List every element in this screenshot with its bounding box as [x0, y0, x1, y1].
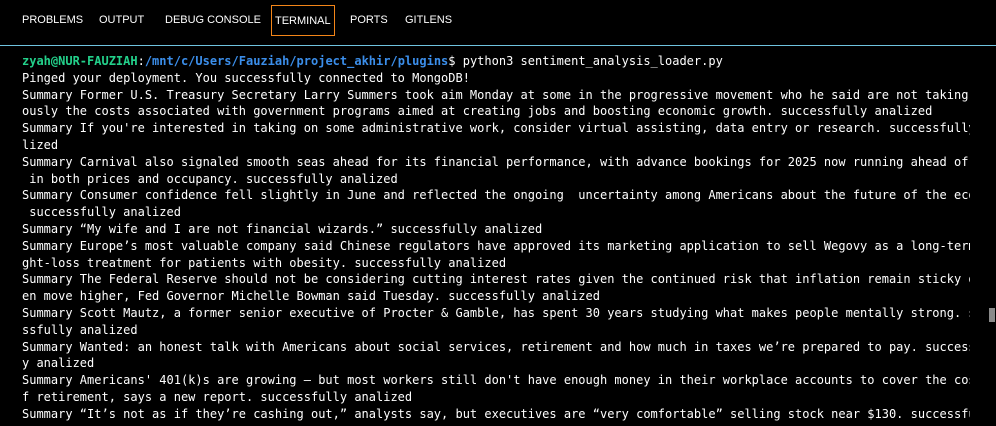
output-line: Summary Scott Mautz, a former senior exe… [22, 305, 970, 320]
tab-terminal[interactable]: TERMINAL [271, 5, 335, 36]
prompt-path: /mnt/c/Users/Fauziah/project_akhir/plugi… [144, 54, 449, 68]
output-line: lized [22, 137, 59, 152]
scrollbar-thumb[interactable] [989, 308, 995, 322]
tab-output[interactable]: OUTPUT [99, 5, 144, 36]
command-prompt-line: zyah@NUR-FAUZIAH:/mnt/c/Users/Fauziah/pr… [22, 53, 970, 70]
output-line: Summary Americans' 401(k)s are growing —… [22, 373, 970, 388]
panel-tab-bar: PROBLEMS OUTPUT DEBUG CONSOLE TERMINAL P… [0, 0, 996, 44]
output-line: Summary Consumer confidence fell slightl… [22, 188, 970, 203]
terminal-panel: PROBLEMS OUTPUT DEBUG CONSOLE TERMINAL P… [0, 0, 996, 426]
tab-gitlens[interactable]: GITLENS [405, 5, 452, 36]
tab-ports[interactable]: PORTS [350, 5, 388, 36]
tab-problems[interactable]: PROBLEMS [22, 5, 83, 36]
prompt-user-host: zyah@NUR-FAUZIAH [22, 54, 138, 68]
output-line: Summary The Federal Reserve should not b… [22, 272, 970, 287]
terminal-scrollbar[interactable] [986, 46, 996, 426]
output-line: ously the costs associated with governme… [22, 104, 933, 119]
output-line: Pinged your deployment. You successfully… [22, 70, 470, 85]
prompt-symbol: $ [448, 54, 463, 68]
tab-debug-console[interactable]: DEBUG CONSOLE [165, 5, 261, 36]
output-line: Summary “It’s not as if they’re cashing … [22, 406, 970, 421]
output-line: ght-loss treatment for patients with obe… [22, 255, 507, 270]
output-line: Summary Europe’s most valuable company s… [22, 238, 970, 253]
output-line: Summary Wanted: an honest talk with Amer… [22, 339, 970, 354]
output-line: Summary “My wife and I are not financial… [22, 221, 543, 236]
output-line: Summary Carnival also signaled smooth se… [22, 154, 970, 169]
output-line: Summary If you're interested in taking o… [22, 121, 970, 136]
output-line: Summary Former U.S. Treasury Secretary L… [22, 87, 970, 102]
prompt-separator: : [137, 54, 145, 68]
output-line: en move higher, Fed Governor Michelle Bo… [22, 289, 600, 304]
prompt-command: python3 sentiment_analysis_loader.py [462, 54, 723, 68]
output-line: ssfully analized [22, 322, 138, 337]
output-line: f retirement, says a new report. success… [22, 389, 413, 404]
output-line: y analized [22, 356, 95, 371]
output-line: successfully analized [22, 205, 181, 220]
output-line: in both prices and occupancy. successful… [22, 171, 398, 186]
terminal-output[interactable]: zyah@NUR-FAUZIAH:/mnt/c/Users/Fauziah/pr… [0, 46, 970, 426]
